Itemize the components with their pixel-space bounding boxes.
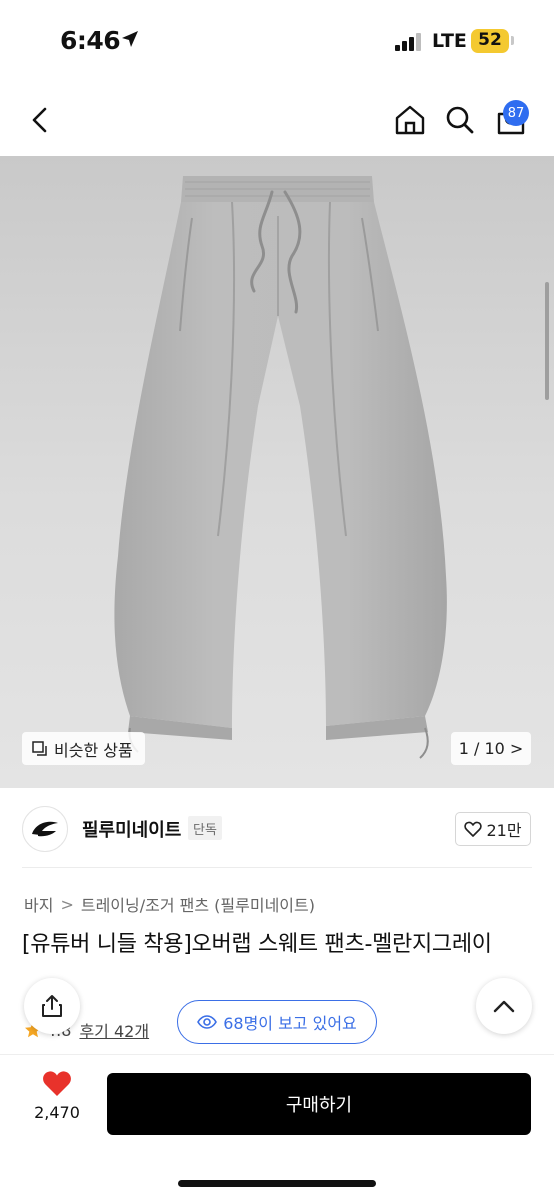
similar-products-button[interactable]: 비슷한 상품 [22, 732, 145, 765]
back-icon [32, 107, 47, 133]
status-bar: 6:46 LTE 52 [0, 0, 554, 84]
battery-cap [511, 36, 514, 45]
status-time: 6:46 [60, 26, 121, 55]
sweatpants-image [114, 176, 447, 759]
cart-count-badge: 87 [503, 100, 529, 126]
wishlist-button[interactable]: 2,470 [22, 1070, 92, 1134]
brand-like-count: 21만 [486, 821, 522, 840]
home-button[interactable] [388, 98, 432, 142]
brand-name[interactable]: 필루미네이트 [82, 816, 181, 842]
home-icon [395, 105, 425, 135]
review-count-link[interactable]: 후기 42개 [79, 1018, 149, 1042]
image-page-indicator[interactable]: 1 / 10 > [451, 732, 531, 765]
buy-button[interactable]: 구매하기 [107, 1073, 531, 1135]
scroll-indicator[interactable] [545, 282, 549, 400]
brand-logo[interactable] [22, 806, 68, 852]
breadcrumb-category[interactable]: 바지 [24, 892, 53, 916]
heart-outline-icon [464, 821, 483, 837]
similar-products-label: 비슷한 상품 [54, 740, 133, 760]
copy-icon [32, 740, 47, 756]
eye-icon [197, 1015, 218, 1029]
home-indicator [178, 1180, 376, 1187]
viewers-count-text: 68명이 보고 있어요 [223, 1014, 357, 1033]
wishlist-count: 2,470 [34, 1103, 80, 1122]
nav-header [0, 84, 554, 156]
back-button[interactable] [18, 98, 62, 142]
search-icon [446, 106, 474, 134]
network-type: LTE [432, 30, 467, 52]
brand-like-button[interactable]: 21만 [455, 812, 531, 846]
viewers-count-pill: 68명이 보고 있어요 [177, 1000, 377, 1044]
signal-icon [395, 33, 421, 51]
scroll-top-button[interactable] [476, 978, 532, 1034]
search-button[interactable] [438, 98, 482, 142]
battery-level: 52 [478, 30, 502, 50]
breadcrumb-separator: > [60, 894, 74, 914]
product-title: [유튜버 니들 착용]오버랩 스웨트 팬츠-멜란지그레이 [22, 932, 492, 957]
exclusive-badge: 단독 [188, 816, 222, 840]
location-arrow-icon [122, 31, 138, 47]
share-button[interactable] [24, 978, 80, 1034]
divider [22, 867, 532, 868]
breadcrumb: 바지 > 트레이닝/조거 팬츠 (필루미네이트) [24, 892, 315, 916]
battery-icon: 52 [471, 29, 509, 53]
chevron-up-icon [493, 1000, 515, 1013]
heart-filled-icon [43, 1071, 71, 1096]
product-image[interactable] [0, 156, 554, 788]
brand-logo-mark [32, 821, 58, 837]
share-icon [42, 995, 62, 1017]
breadcrumb-subcategory[interactable]: 트레이닝/조거 팬츠 (필루미네이트) [81, 892, 315, 916]
